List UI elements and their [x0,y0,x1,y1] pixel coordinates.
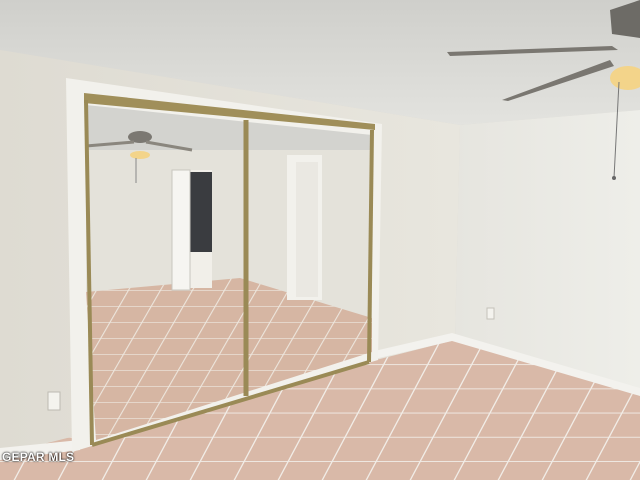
room-photo [0,0,640,480]
mls-watermark: GEPAR MLS [2,450,75,464]
outlet-icon [47,391,61,411]
outlet-icon-right [486,307,495,320]
